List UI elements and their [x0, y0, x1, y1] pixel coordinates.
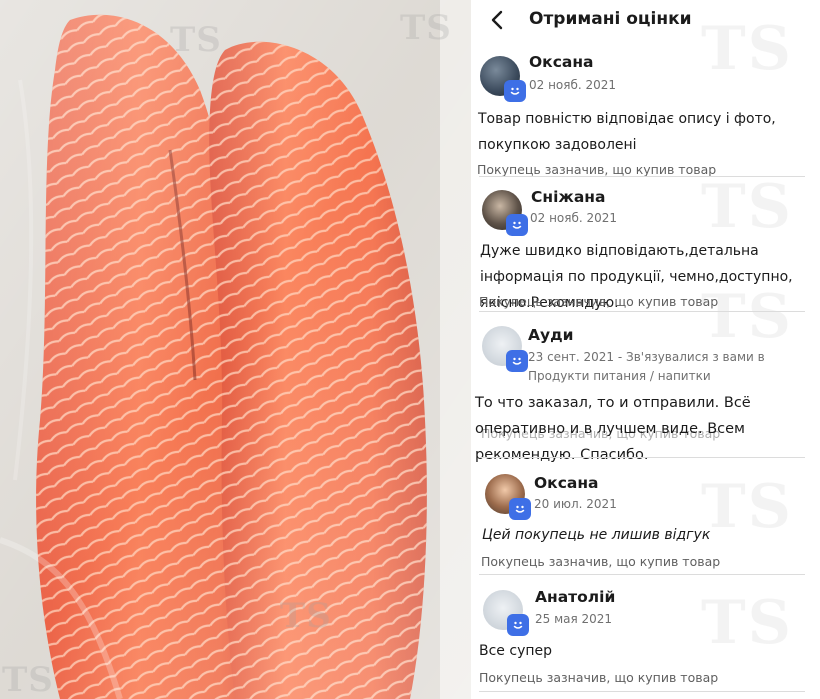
- smile-icon: [510, 87, 520, 95]
- photo-watermark: TS: [280, 596, 332, 636]
- smile-icon: [512, 357, 522, 365]
- divider: [479, 574, 805, 575]
- review-text: Товар повністю відповідає опису і фото, …: [478, 111, 776, 153]
- avatar[interactable]: [485, 474, 531, 520]
- reviewer-name: Оксана: [534, 474, 599, 492]
- photo-watermark: TS: [170, 20, 222, 60]
- photo-watermark: TS: [400, 8, 452, 48]
- divider: [479, 457, 805, 458]
- product-photo: TS TS TS TS: [0, 0, 471, 699]
- review-date: 23 сент. 2021: [528, 350, 615, 364]
- divider: [479, 176, 805, 177]
- user-badge: [504, 80, 526, 102]
- reviewer-name: Ауди: [528, 326, 574, 344]
- salmon-fillet-image: [0, 0, 471, 699]
- divider: [479, 691, 805, 692]
- panel-watermark: TS: [701, 172, 793, 242]
- avatar[interactable]: [482, 190, 528, 236]
- divider: [479, 311, 805, 312]
- review-date: 25 мая 2021: [535, 612, 613, 626]
- review-date: 02 нояб. 2021: [530, 211, 618, 225]
- smile-icon: [515, 505, 525, 513]
- avatar[interactable]: [482, 326, 528, 372]
- smile-icon: [512, 221, 522, 229]
- app-header: Отримані оцінки: [471, 0, 820, 40]
- panel-watermark: TS: [701, 588, 793, 658]
- user-badge: [506, 350, 528, 372]
- chevron-left-icon: [491, 10, 503, 30]
- smile-icon: [513, 621, 523, 629]
- purchase-note: Покупець зазначив, що купив товар: [479, 294, 719, 309]
- page-title: Отримані оцінки: [529, 9, 692, 29]
- panel-watermark: TS: [701, 472, 793, 542]
- back-button[interactable]: [485, 6, 509, 34]
- review-date: 02 нояб. 2021: [529, 78, 617, 92]
- purchase-note: Покупець зазначив, що купив товар: [479, 670, 719, 685]
- avatar[interactable]: [480, 56, 526, 102]
- purchase-note: Покупець зазначив, що купив товар: [477, 162, 717, 177]
- reviewer-name: Оксана: [529, 53, 594, 71]
- review-text: Цей покупець не лишив відгук: [482, 527, 711, 543]
- user-badge: [509, 498, 531, 520]
- user-badge: [506, 214, 528, 236]
- reviewer-name: Анатолій: [535, 588, 616, 606]
- review-meta: 23 сент. 2021 - Зв'язувалися з вами в Пр…: [528, 348, 818, 386]
- user-badge: [507, 614, 529, 636]
- purchase-note: Покупець зазначив, що купив товар: [481, 554, 721, 569]
- avatar[interactable]: [483, 590, 529, 636]
- reviews-panel: TS TS TS TS TS Отримані оцінки Оксана 02…: [471, 0, 820, 699]
- photo-watermark: TS: [2, 660, 54, 699]
- review-text: Все супер: [479, 643, 553, 659]
- review-date: 20 июл. 2021: [534, 497, 617, 511]
- reviewer-name: Сніжана: [531, 188, 606, 206]
